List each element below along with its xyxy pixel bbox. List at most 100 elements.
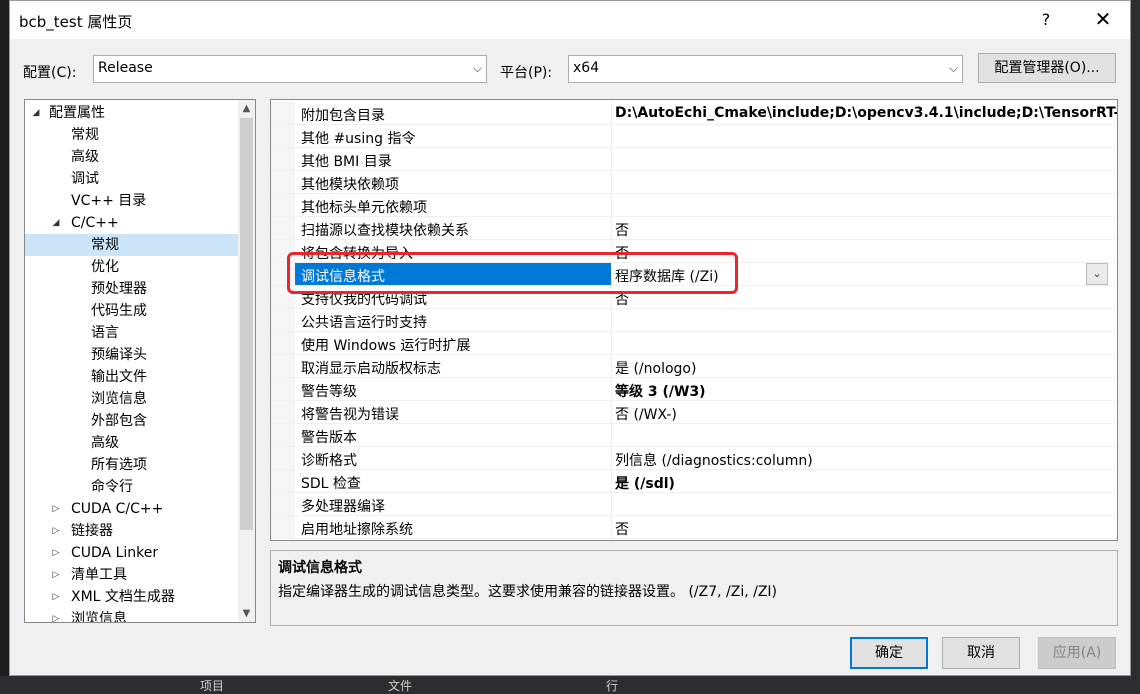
property-value[interactable]: 否 (615, 220, 629, 240)
collapse-arrow-icon[interactable]: ◢ (31, 102, 41, 124)
tree-scrollbar[interactable]: ▲ ▼ (238, 100, 255, 622)
collapse-arrow-icon[interactable]: ◢ (51, 212, 61, 234)
tree-item[interactable]: 输出文件 (25, 366, 238, 388)
tree-item-label: 高级 (91, 435, 119, 451)
tree-item[interactable]: 预处理器 (25, 278, 238, 300)
help-button[interactable]: ? (1036, 10, 1056, 29)
tree-item[interactable]: 代码生成 (25, 300, 238, 322)
tree-item[interactable]: 预编译头 (25, 344, 238, 366)
property-name: 扫描源以查找模块依赖关系 (301, 223, 469, 239)
property-value[interactable]: 列信息 (/diagnostics:column) (615, 450, 813, 470)
tree-item[interactable]: 所有选项 (25, 454, 238, 476)
tree-item[interactable]: ▷ 浏览信息 (25, 608, 238, 622)
expand-arrow-icon[interactable]: ▷ (51, 542, 61, 564)
column-divider (611, 332, 612, 354)
column-divider (611, 493, 612, 515)
configuration-manager-button[interactable]: 配置管理器(O)... (978, 53, 1116, 83)
tree-item[interactable]: 语言 (25, 322, 238, 344)
property-row[interactable]: 警告等级 等级 3 (/W3) (271, 378, 1117, 401)
property-name: 多处理器编译 (301, 499, 385, 515)
column-divider (611, 516, 612, 538)
ide-background-bottom: 项目 文件 行 (0, 676, 1140, 693)
tree-item[interactable]: 优化 (25, 256, 238, 278)
property-row[interactable]: 警告版本 (271, 424, 1117, 447)
scroll-down-icon[interactable]: ▼ (238, 605, 255, 622)
tree-item[interactable]: ▷ CUDA Linker (25, 542, 238, 564)
tree-item[interactable]: ◢ 配置属性 (25, 102, 238, 124)
tree-item[interactable]: 外部包含 (25, 410, 238, 432)
property-row[interactable]: 其他标头单元依赖项 (271, 194, 1117, 217)
cancel-button[interactable]: 取消 (942, 637, 1020, 669)
property-value[interactable]: 否 (/WX-) (615, 404, 677, 424)
scroll-up-icon[interactable]: ▲ (238, 100, 255, 117)
dropdown-arrow-icon[interactable]: ⌄ (1086, 263, 1108, 285)
tree-item-label: 命令行 (91, 479, 133, 495)
close-icon[interactable]: ✕ (1092, 7, 1114, 31)
tree-item[interactable]: ▷ 链接器 (25, 520, 238, 542)
tree-item[interactable]: 浏览信息 (25, 388, 238, 410)
platform-select[interactable]: x64 ⌵ (568, 55, 963, 83)
property-value[interactable]: D:\AutoEchi_Cmake\include;D:\opencv3.4.1… (615, 105, 1117, 121)
tree-item[interactable]: 常规 (25, 124, 238, 146)
tree-item[interactable]: 调试 (25, 168, 238, 190)
tree-item-label: 链接器 (71, 523, 113, 539)
property-value[interactable]: 否 (615, 519, 629, 539)
property-name: 附加包含目录 (301, 108, 385, 124)
tree-item[interactable]: ▷ XML 文档生成器 (25, 586, 238, 608)
row-margin (271, 355, 295, 377)
expand-arrow-icon[interactable]: ▷ (51, 564, 61, 586)
config-select[interactable]: Release ⌵ (93, 55, 487, 83)
property-row[interactable]: 附加包含目录 D:\AutoEchi_Cmake\include;D:\openc… (271, 102, 1117, 125)
ok-button[interactable]: 确定 (850, 637, 928, 669)
tree-item[interactable]: 高级 (25, 432, 238, 454)
property-row[interactable]: 诊断格式 列信息 (/diagnostics:column) (271, 447, 1117, 470)
tree-item[interactable]: ▷ 清单工具 (25, 564, 238, 586)
expand-arrow-icon[interactable]: ▷ (51, 586, 61, 608)
property-row[interactable]: 多处理器编译 (271, 493, 1117, 516)
property-value[interactable]: 等级 3 (/W3) (615, 381, 706, 401)
property-pages-dialog: bcb_test 属性页 ? ✕ 配置(C): Release ⌵ 平台(P):… (9, 0, 1131, 676)
expand-arrow-icon[interactable]: ▷ (51, 498, 61, 520)
property-row[interactable]: 其他 #using 指令 (271, 125, 1117, 148)
row-margin (271, 447, 295, 469)
apply-button[interactable]: 应用(A) (1038, 637, 1116, 669)
property-row[interactable]: 取消显示启动版权标志 是 (/nologo) (271, 355, 1117, 378)
property-row[interactable]: 使用 Windows 运行时扩展 (271, 332, 1117, 355)
tree-item-label: 浏览信息 (91, 391, 147, 407)
property-grid[interactable]: 附加包含目录 D:\AutoEchi_Cmake\include;D:\openc… (270, 99, 1118, 541)
property-row[interactable]: 启用地址擦除系统 否 (271, 516, 1117, 539)
tree-item[interactable]: 常规 (25, 234, 238, 256)
expand-arrow-icon[interactable]: ▷ (51, 608, 61, 622)
property-name: 警告版本 (301, 430, 357, 446)
property-row[interactable]: 扫描源以查找模块依赖关系 否 (271, 217, 1117, 240)
config-value: Release (98, 60, 153, 76)
scroll-thumb[interactable] (240, 118, 253, 530)
property-row[interactable]: SDL 检查 是 (/sdl) (271, 470, 1117, 493)
column-divider (611, 378, 612, 400)
property-row[interactable]: 其他 BMI 目录 (271, 148, 1117, 171)
property-tree[interactable]: ◢ 配置属性 常规 高级 调试 VC++ 目录 ◢ C/C++ 常规 优化 预处理器 代码生成 语言 预编… (24, 99, 256, 623)
row-margin (271, 332, 295, 354)
expand-arrow-icon[interactable]: ▷ (51, 520, 61, 542)
property-row[interactable]: 其他模块依赖项 (271, 171, 1117, 194)
tree-item-label: 调试 (71, 171, 99, 187)
tree-item[interactable]: 命令行 (25, 476, 238, 498)
tree-item[interactable]: ▷ CUDA C/C++ (25, 498, 238, 520)
tree-item[interactable]: 高级 (25, 146, 238, 168)
tree-item-label: VC++ 目录 (71, 193, 147, 209)
property-name: 其他标头单元依赖项 (301, 200, 427, 216)
column-divider (611, 171, 612, 193)
tree-item-label: 配置属性 (49, 105, 105, 121)
description-panel: 调试信息格式 指定编译器生成的调试信息类型。这要求使用兼容的链接器设置。 (/Z… (270, 550, 1118, 626)
tree-item[interactable]: ◢ C/C++ (25, 212, 238, 234)
tree-item[interactable]: VC++ 目录 (25, 190, 238, 212)
property-row[interactable]: 将警告视为错误 否 (/WX-) (271, 401, 1117, 424)
property-name: 其他 #using 指令 (301, 131, 416, 147)
property-value[interactable]: 是 (/sdl) (615, 473, 675, 493)
property-value[interactable]: 是 (/nologo) (615, 358, 696, 378)
property-row[interactable]: 公共语言运行时支持 (271, 309, 1117, 332)
chevron-down-icon: ⌵ (948, 61, 958, 75)
row-margin (271, 148, 295, 170)
description-title: 调试信息格式 (278, 560, 362, 576)
row-margin (271, 194, 295, 216)
